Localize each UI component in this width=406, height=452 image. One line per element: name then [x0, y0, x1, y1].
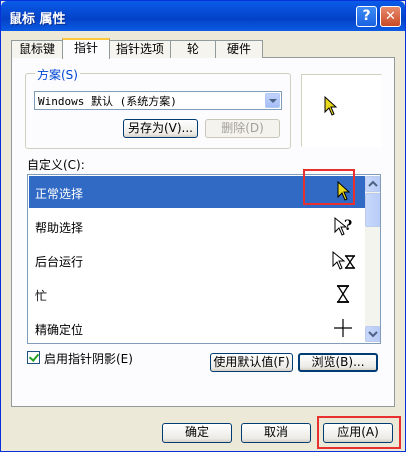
list-item-label: 忙	[35, 289, 48, 303]
list-item[interactable]: 精确定位	[29, 312, 365, 343]
highlight-box-cursor	[303, 169, 355, 205]
tab-pointer-options[interactable]: 指针选项	[109, 40, 171, 58]
browse-button[interactable]: 浏览(B)...	[298, 353, 378, 372]
pointer-shadow-label: 启用指针阴影(E)	[44, 352, 133, 366]
mouse-properties-window: 鼠标 属性 ? ✕ 鼠标键 指针 指针选项 轮 硬件 方案(S) Windows…	[0, 0, 406, 452]
list-item[interactable]: 忙	[29, 278, 365, 310]
scroll-thumb[interactable]	[365, 193, 380, 227]
list-item-label: 精确定位	[35, 323, 84, 337]
save-as-button[interactable]: 另存为(V)...	[123, 119, 198, 138]
pointer-shadow-checkbox[interactable]	[27, 351, 40, 364]
svg-text:?: ?	[344, 218, 352, 234]
chevron-down-icon[interactable]	[265, 93, 280, 108]
tab-buttons[interactable]: 鼠标键	[11, 40, 63, 58]
chevron-down-icon	[368, 331, 378, 338]
list-item-label: 正常选择	[35, 187, 84, 201]
scroll-down-button[interactable]	[365, 326, 380, 342]
busy-hourglass-cursor-icon	[336, 285, 350, 303]
cursor-preview	[301, 74, 382, 147]
list-item-label: 帮助选择	[35, 221, 84, 235]
cursor-list-scrollbar[interactable]	[365, 176, 380, 342]
help-button[interactable]: ?	[356, 6, 377, 27]
delete-button[interactable]: 删除(D)	[205, 119, 280, 138]
crosshair-cursor-icon	[334, 319, 352, 337]
help-cursor-icon: ?	[334, 216, 352, 236]
title-bar[interactable]: 鼠标 属性 ? ✕	[1, 1, 405, 31]
cancel-button[interactable]: 取消	[241, 423, 311, 443]
scheme-legend: 方案(S)	[35, 66, 80, 83]
ok-button[interactable]: 确定	[162, 423, 232, 443]
scheme-dropdown[interactable]: Windows 默认 (系统方案)	[34, 91, 282, 110]
customize-label: 自定义(C):	[27, 158, 85, 172]
list-item[interactable]: 后台运行	[29, 244, 365, 276]
list-item[interactable]: 帮助选择 ?	[29, 210, 365, 242]
highlight-box-apply	[317, 416, 401, 449]
tab-hardware[interactable]: 硬件	[215, 40, 263, 58]
use-default-button[interactable]: 使用默认值(F)	[210, 353, 293, 372]
tab-wheel[interactable]: 轮	[170, 40, 216, 58]
list-item-label: 后台运行	[35, 255, 84, 269]
scroll-up-button[interactable]	[365, 176, 380, 192]
working-in-background-cursor-icon	[332, 250, 356, 270]
scheme-selected-value: Windows 默认 (系统方案)	[38, 95, 177, 108]
window-title: 鼠标 属性	[9, 12, 66, 27]
chevron-up-icon	[368, 180, 378, 187]
close-button[interactable]: ✕	[380, 6, 401, 27]
tab-pointers[interactable]: 指针	[62, 38, 110, 59]
preview-arrow-cursor-icon	[324, 96, 338, 116]
